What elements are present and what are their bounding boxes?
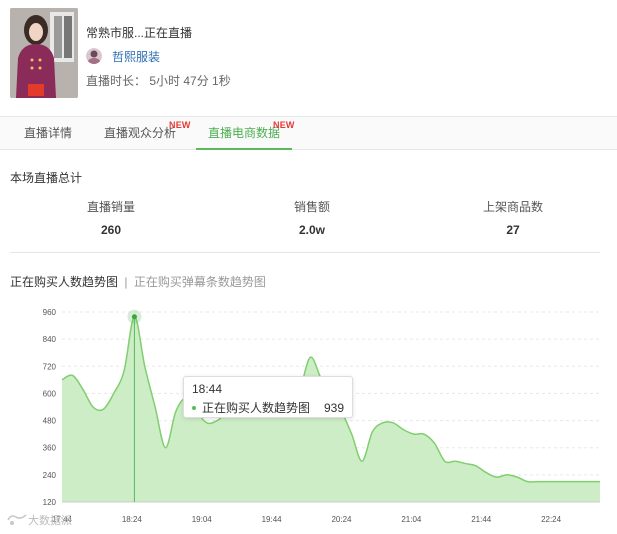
x-tick-label: 22:24 bbox=[541, 515, 562, 524]
metric-value: 2.0w bbox=[298, 223, 325, 237]
chart-tab-separator: | bbox=[124, 275, 128, 289]
y-tick-label: 360 bbox=[43, 444, 57, 453]
shop-avatar[interactable] bbox=[86, 48, 102, 64]
y-tick-label: 840 bbox=[43, 335, 57, 344]
x-tick-label: 20:24 bbox=[331, 515, 352, 524]
divider bbox=[10, 252, 600, 253]
tab-bar: 直播详情 直播观众分析 NEW 直播电商数据 NEW bbox=[0, 116, 617, 150]
x-tick-label: 18:24 bbox=[122, 515, 143, 524]
x-tick-label: 19:04 bbox=[192, 515, 213, 524]
watermark-text: 大数据派 bbox=[28, 515, 72, 527]
new-badge: NEW bbox=[169, 120, 191, 130]
x-tick-label: 21:04 bbox=[401, 515, 422, 524]
live-header: 常熟市服...正在直播 哲熙服装 直播时长： 5小时 47分 1秒 bbox=[0, 0, 617, 112]
tab-live-details[interactable]: 直播详情 bbox=[12, 117, 84, 150]
x-tick-label: 19:44 bbox=[262, 515, 283, 524]
metric-revenue: 销售额 2.0w bbox=[212, 198, 412, 237]
summary-title: 本场直播总计 bbox=[10, 171, 83, 185]
tooltip-row: 正在购买人数趋势图 939 bbox=[192, 399, 344, 416]
y-tick-label: 120 bbox=[43, 498, 57, 507]
highlight-point bbox=[131, 314, 137, 320]
x-tick-label: 21:44 bbox=[471, 515, 492, 524]
watermark: 大数据派 bbox=[6, 512, 72, 528]
tooltip-series: 正在购买人数趋势图 bbox=[202, 401, 311, 415]
metric-live-sales: 直播销量 260 bbox=[11, 198, 211, 237]
y-tick-label: 240 bbox=[43, 471, 57, 480]
metric-label: 上架商品数 bbox=[482, 200, 543, 214]
shop-name-link[interactable]: 哲熙服装 bbox=[112, 48, 160, 65]
metric-value: 260 bbox=[100, 223, 122, 237]
new-badge: NEW bbox=[273, 120, 295, 130]
chart-tab-buyers[interactable]: 正在购买人数趋势图 bbox=[10, 275, 118, 289]
duration-label: 直播时长： bbox=[86, 74, 147, 88]
tooltip-value: 939 bbox=[323, 400, 344, 415]
tooltip-time: 18:44 bbox=[192, 382, 223, 396]
metric-label: 直播销量 bbox=[86, 200, 135, 214]
chart-tab-danmaku[interactable]: 正在购买弹幕条数趋势图 bbox=[134, 275, 266, 289]
series-dot-icon bbox=[192, 405, 196, 410]
y-tick-label: 600 bbox=[43, 389, 57, 398]
tab-label: 直播详情 bbox=[24, 126, 73, 140]
live-title[interactable]: 常熟市服...正在直播 bbox=[86, 24, 192, 41]
tab-label: 直播电商数据 bbox=[208, 126, 281, 140]
tab-label: 直播观众分析 bbox=[104, 126, 177, 140]
live-cover-image[interactable] bbox=[10, 8, 78, 98]
shop-info: 哲熙服装 bbox=[86, 47, 160, 65]
metric-label: 销售额 bbox=[293, 200, 330, 214]
chart-tooltip: 18:44 正在购买人数趋势图 939 bbox=[183, 376, 353, 418]
live-duration: 直播时长： 5小时 47分 1秒 bbox=[86, 72, 231, 89]
chart-switcher: 正在购买人数趋势图 | 正在购买弹幕条数趋势图 bbox=[10, 273, 266, 290]
metric-value: 27 bbox=[506, 223, 520, 237]
duration-value: 5小时 47分 1秒 bbox=[149, 74, 231, 88]
y-tick-label: 720 bbox=[43, 362, 57, 371]
watermark-logo-icon bbox=[7, 514, 27, 525]
y-tick-label: 480 bbox=[43, 417, 57, 426]
metric-listed-products: 上架商品数 27 bbox=[413, 198, 613, 237]
y-tick-label: 960 bbox=[43, 308, 57, 317]
